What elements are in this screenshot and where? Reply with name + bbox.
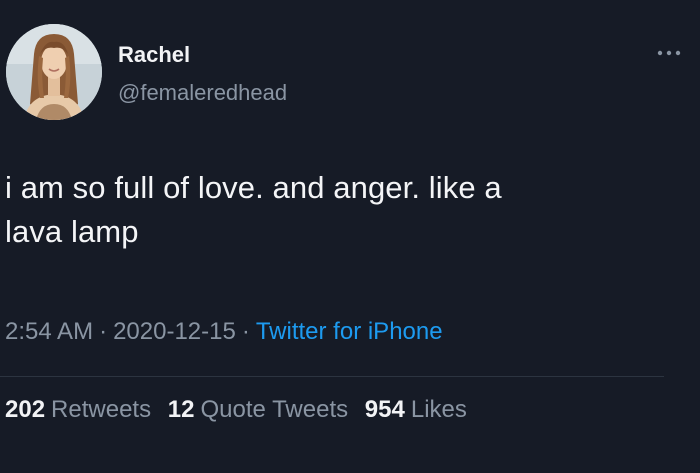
more-options-icon[interactable] <box>656 46 682 58</box>
tweet-text: i am so full of love. and anger. like a … <box>5 166 685 254</box>
tweet-time[interactable]: 2:54 AM <box>5 318 93 345</box>
engagement-stats: 202 Retweets 12 Quote Tweets 954 Likes <box>5 396 477 424</box>
quote-tweets-label: Quote Tweets <box>200 396 349 423</box>
meta-separator: · <box>99 318 108 345</box>
likes-count: 954 <box>364 396 405 423</box>
tweet-date[interactable]: 2020-12-15 <box>113 318 236 345</box>
tweet-text-line: lava lamp <box>5 214 139 249</box>
author-handle[interactable]: @femaleredhead <box>118 80 287 106</box>
avatar[interactable] <box>6 24 102 120</box>
retweets-count: 202 <box>5 396 46 423</box>
meta-separator: · <box>241 318 250 345</box>
likes-stat[interactable]: 954 Likes <box>365 396 467 423</box>
quote-tweets-count: 12 <box>167 396 195 423</box>
divider <box>0 376 664 377</box>
tweet-source-link[interactable]: Twitter for iPhone <box>256 318 443 345</box>
profile-photo-icon <box>6 24 102 120</box>
retweets-label: Retweets <box>51 396 152 423</box>
tweet-text-line: i am so full of love. and anger. like a <box>5 170 502 205</box>
author-name[interactable]: Rachel <box>118 42 190 68</box>
tweet-meta: 2:54 AM · 2020-12-15 · Twitter for iPhone <box>5 318 443 346</box>
retweets-stat[interactable]: 202 Retweets <box>5 396 151 423</box>
likes-label: Likes <box>410 396 467 423</box>
tweet-card: Rachel @femaleredhead i am so full of lo… <box>0 0 700 473</box>
quote-tweets-stat[interactable]: 12 Quote Tweets <box>168 396 348 423</box>
